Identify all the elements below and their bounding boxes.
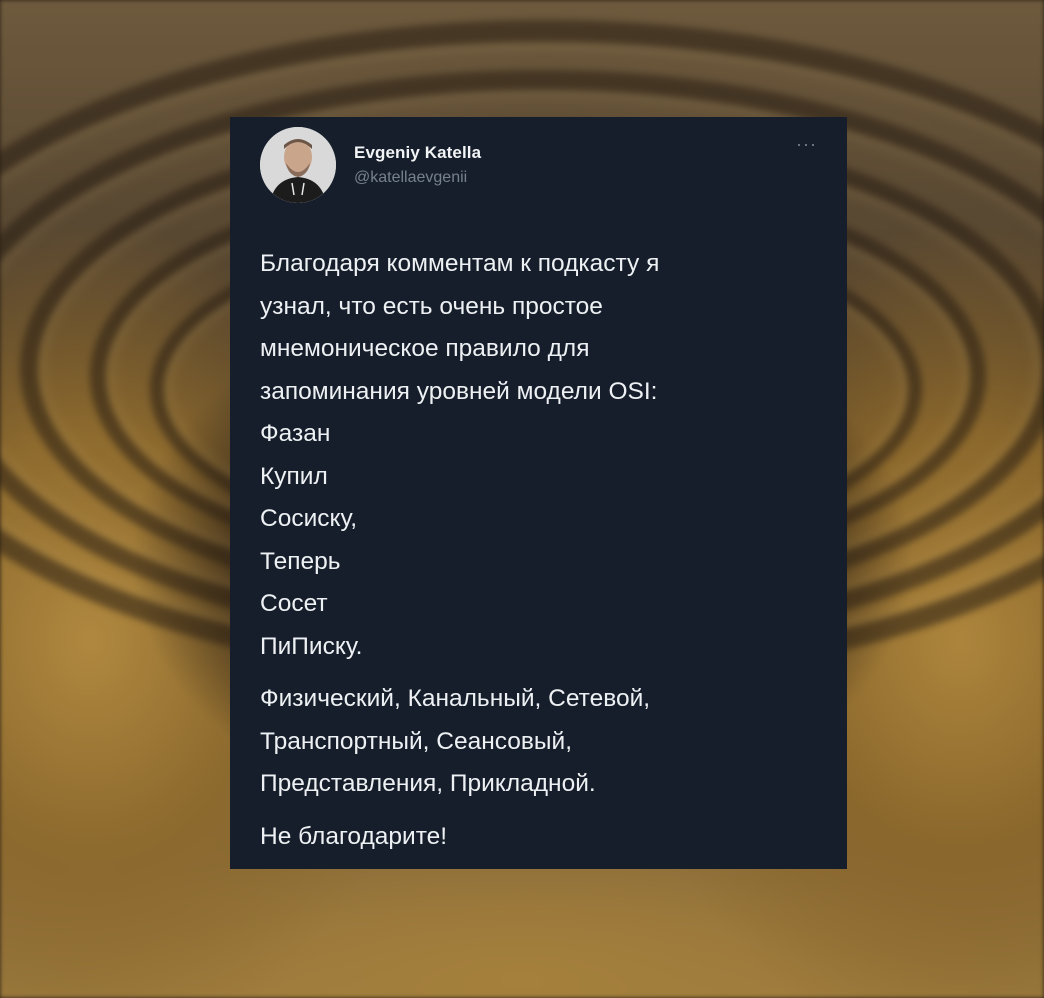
tweet-line: узнал, что есть очень простое xyxy=(260,292,603,320)
tweet-line: запоминания уровней модели OSI: xyxy=(260,377,658,405)
more-dots-icon[interactable]: ··· xyxy=(796,135,817,153)
tweet-line: мнемоническое правило для xyxy=(260,335,590,362)
author-handle[interactable]: @katellaevgenii xyxy=(354,169,467,187)
layers-line: Представления, Прикладной. xyxy=(260,770,596,797)
closing-line: Не благодарите! xyxy=(260,822,448,850)
layers-line: Транспортный, Сеансовый, xyxy=(260,727,573,755)
mnemonic-line: Теперь xyxy=(260,547,341,575)
tweet-line: Благодаря комментам к подкасту я xyxy=(260,250,660,277)
tweet-card: Evgeniy Katella @katellaevgenii ··· Благ… xyxy=(230,117,847,869)
mnemonic-line: Сосет xyxy=(260,590,328,617)
mnemonic-line: Купил xyxy=(260,462,328,490)
mnemonic-line: Сосиску, xyxy=(260,505,358,532)
author-name[interactable]: Evgeniy Katella xyxy=(354,143,481,163)
avatar[interactable] xyxy=(260,127,336,203)
avatar-photo-icon xyxy=(260,127,336,203)
mnemonic-line: ПиПиску. xyxy=(260,632,363,660)
layers-line: Физический, Канальный, Сетевой, xyxy=(260,685,651,712)
mnemonic-line: Фазан xyxy=(260,420,331,447)
tweet-text: Благодаря комментам к подкасту я узнал, … xyxy=(260,243,820,858)
